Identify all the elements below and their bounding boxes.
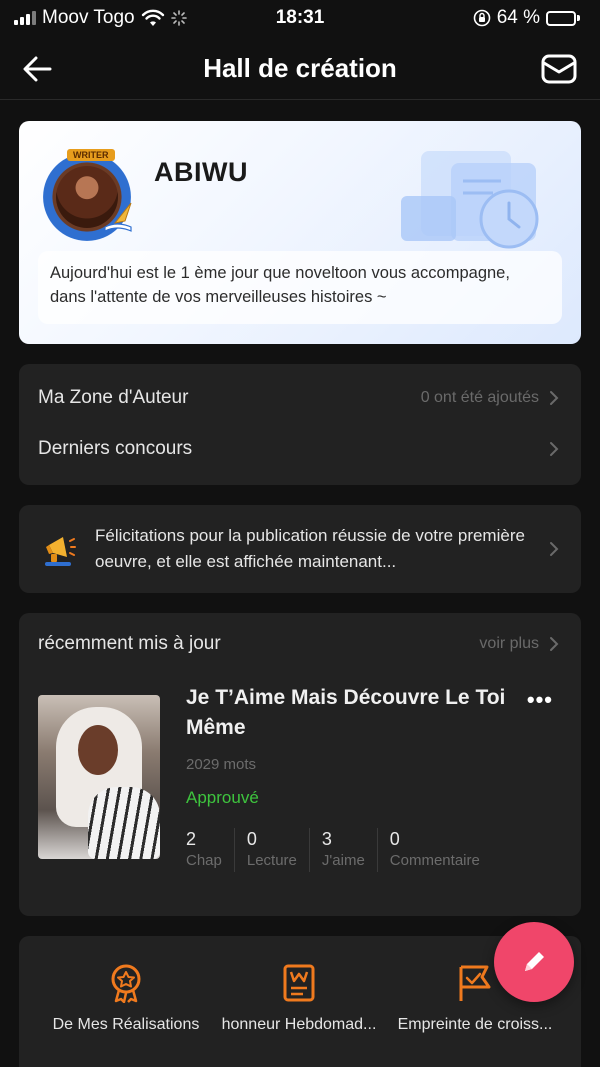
stat-likes: 3 J'aime [308, 828, 377, 872]
stat-chapters: 2 Chap [186, 829, 222, 869]
back-button[interactable] [22, 52, 58, 86]
stat-reads: 0 Lecture [233, 828, 309, 872]
greeting-text: Aujourd'hui est le 1 ème jour que novelt… [50, 264, 510, 306]
weekly-honor-label: honneur Hebdomad... [221, 1016, 377, 1033]
chevron-right-icon [550, 442, 559, 456]
growth-flag-icon [459, 965, 491, 1001]
signal-icon [14, 11, 36, 25]
weekly-honor-item[interactable]: honneur Hebdomad... [219, 936, 379, 1067]
my-achievements-item[interactable]: De Mes Réalisations [46, 936, 206, 1067]
author-zone-label: Ma Zone d'Auteur [38, 387, 189, 408]
work-stats: 2 Chap 0 Lecture 3 J'aime 0 Commentaire [186, 828, 492, 872]
wifi-icon [141, 9, 164, 26]
recent-works-card: récemment mis à jour voir plus Je T’Aime… [19, 613, 581, 916]
status-right: 64 % [473, 7, 580, 29]
medal-icon [111, 964, 141, 1003]
notification-card[interactable]: Félicitations pour la publication réussi… [19, 505, 581, 593]
approval-status: Approuvé [186, 788, 259, 807]
mail-icon [541, 54, 577, 84]
work-cover-image[interactable] [38, 695, 160, 859]
author-menu-card: Ma Zone d'Auteur 0 ont été ajoutés Derni… [19, 364, 581, 485]
page-title: Hall de création [203, 53, 397, 83]
recent-section-title: récemment mis à jour [38, 633, 221, 654]
header: Hall de création [0, 38, 600, 100]
more-options-icon[interactable]: ••• [527, 687, 553, 713]
orientation-lock-icon [473, 9, 490, 27]
carrier-name: Moov Togo [42, 7, 135, 28]
see-more-link[interactable]: voir plus [479, 635, 559, 653]
see-more-label: voir plus [479, 635, 539, 652]
quill-book-icon [104, 202, 132, 232]
messages-button[interactable] [540, 51, 578, 87]
greeting-box: Aujourd'hui est le 1 ème jour que novelt… [38, 251, 562, 324]
chevron-right-icon [550, 637, 559, 651]
chevron-right-icon [550, 542, 559, 556]
writer-badge: WRITER [67, 149, 115, 161]
growth-footprint-label: Empreinte de croiss... [397, 1016, 553, 1033]
pencil-icon [525, 952, 544, 971]
write-fab-button[interactable] [494, 922, 574, 1002]
contests-row[interactable]: Derniers concours [19, 432, 581, 466]
recent-header-row: récemment mis à jour voir plus [19, 613, 581, 675]
chevron-right-icon [550, 391, 559, 405]
weekly-certificate-icon [283, 964, 315, 1002]
status-bar: Moov Togo 18:31 64 % [0, 0, 600, 36]
word-count: 2029 mots [186, 756, 257, 773]
notification-text: Félicitations pour la publication réussi… [95, 526, 525, 571]
author-zone-row[interactable]: Ma Zone d'Auteur 0 ont été ajoutés [19, 364, 581, 432]
decorative-document-clock-icon [401, 151, 539, 249]
loading-icon [170, 10, 187, 26]
username: ABIWU [154, 157, 248, 187]
megaphone-icon [45, 537, 76, 566]
contests-label: Derniers concours [38, 438, 193, 459]
battery-icon [546, 10, 580, 26]
stat-comments: 0 Commentaire [376, 828, 492, 872]
author-zone-count: 0 ont été ajoutés [420, 389, 539, 406]
status-left: Moov Togo [14, 7, 187, 29]
profile-card[interactable]: WRITER ABIWU Aujourd'hui est le 1 ème jo… [19, 121, 581, 344]
work-title[interactable]: Je T’Aime Mais Découvre Le Toi Même [186, 683, 516, 743]
back-arrow-icon [23, 56, 52, 82]
battery-percent: 64 % [496, 7, 540, 28]
my-achievements-label: De Mes Réalisations [52, 1016, 200, 1033]
